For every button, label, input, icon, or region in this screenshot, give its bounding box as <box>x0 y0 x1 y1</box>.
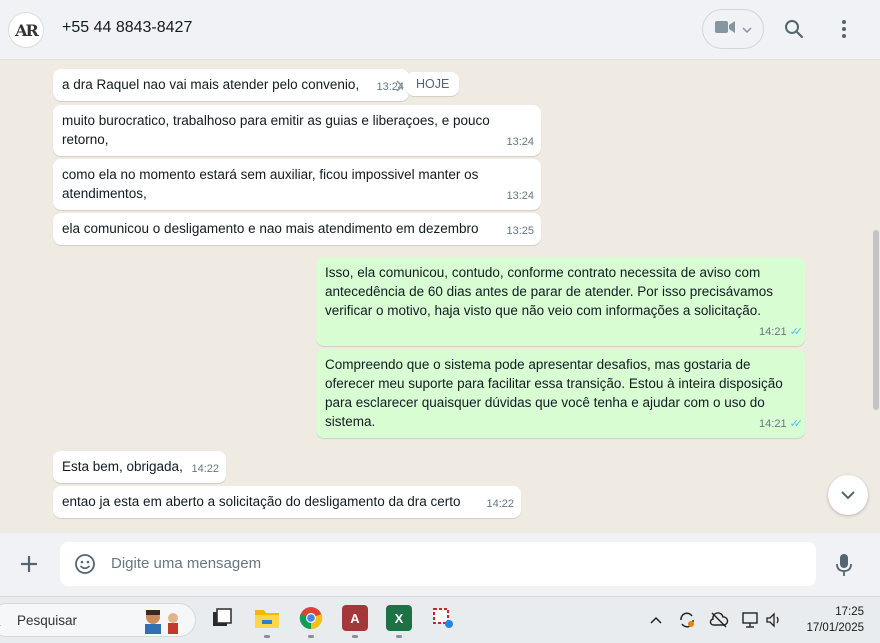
message-text: como ela no momento estará sem auxiliar,… <box>62 167 479 201</box>
chevron-down-icon <box>742 20 752 38</box>
message-time: 13:24 <box>506 136 534 148</box>
date-chip: HOJE <box>406 72 460 96</box>
sync-icon[interactable] <box>677 611 697 629</box>
message-time: 13:24 <box>506 190 534 202</box>
volume-icon[interactable] <box>764 611 784 629</box>
chevron-right-icon <box>396 80 404 95</box>
access-icon[interactable]: A <box>342 605 368 631</box>
message-text: a dra Raquel nao vai mais atender pelo c… <box>62 77 360 92</box>
composer: Digite uma mensagem <box>0 533 880 596</box>
emoji-icon[interactable] <box>74 553 96 580</box>
chat-header[interactable]: AR +55 44 8843-8427 <box>0 0 880 60</box>
message-outgoing[interactable]: Compreendo que o sistema pode apresentar… <box>316 349 805 438</box>
microphone-button[interactable] <box>832 551 856 579</box>
message-time: 14:21 ✓✓ <box>759 326 804 338</box>
message-text: Isso, ela comunicou, contudo, conforme c… <box>325 265 774 318</box>
message-text: ela comunicou o desligamento e nao mais … <box>62 221 479 236</box>
video-call-button[interactable] <box>702 9 764 49</box>
menu-icon[interactable] <box>831 16 857 42</box>
windows-taskbar: Pesquisar A X 17:25 17/01/2025 <box>0 596 880 643</box>
message-incoming[interactable]: a dra Raquel nao vai mais atender pelo c… <box>53 69 409 101</box>
running-indicator <box>352 635 358 638</box>
taskbar-search[interactable]: Pesquisar <box>0 603 196 637</box>
message-text: muito burocratico, trabalhoso para emiti… <box>62 113 490 147</box>
search-highlight-icon <box>141 608 185 639</box>
excel-icon[interactable]: X <box>386 605 412 631</box>
attach-button[interactable] <box>14 549 44 579</box>
contact-name[interactable]: +55 44 8843-8427 <box>62 19 192 37</box>
taskbar-search-label: Pesquisar <box>17 613 78 628</box>
chevron-up-icon[interactable] <box>646 611 666 629</box>
avatar[interactable]: AR <box>8 12 44 48</box>
search-icon <box>0 613 1 632</box>
scrollbar[interactable] <box>873 230 879 410</box>
snipping-tool-icon[interactable] <box>430 605 456 631</box>
clock-date: 17/01/2025 <box>806 622 864 634</box>
running-indicator <box>396 635 402 638</box>
message-time: 14:22 <box>486 498 514 510</box>
cloud-offline-icon[interactable] <box>709 611 729 629</box>
message-outgoing[interactable]: Isso, ela comunicou, contudo, conforme c… <box>316 257 805 346</box>
clock-time: 17:25 <box>835 606 864 618</box>
task-view-icon[interactable] <box>209 605 235 631</box>
video-camera-icon <box>714 19 736 40</box>
message-incoming[interactable]: ela comunicou o desligamento e nao mais … <box>53 213 541 245</box>
system-clock[interactable]: 17:25 17/01/2025 <box>796 604 864 636</box>
chrome-icon[interactable] <box>298 605 324 631</box>
scroll-down-button[interactable] <box>828 475 868 515</box>
message-incoming[interactable]: entao ja esta em aberto a solicitação do… <box>53 486 521 518</box>
plus-icon <box>21 556 37 572</box>
message-text: Compreendo que o sistema pode apresentar… <box>325 357 783 429</box>
message-incoming[interactable]: muito burocratico, trabalhoso para emiti… <box>53 105 541 156</box>
file-explorer-icon[interactable] <box>254 605 280 631</box>
microphone-icon <box>836 554 852 576</box>
running-indicator <box>264 635 270 638</box>
search-icon[interactable] <box>781 16 807 42</box>
network-icon[interactable] <box>741 611 761 629</box>
message-list[interactable]: a dra Raquel nao vai mais atender pelo c… <box>0 60 880 533</box>
message-text: Esta bem, obrigada, <box>62 459 183 474</box>
message-time: 14:22 <box>191 463 219 475</box>
chevron-down-icon <box>841 491 855 500</box>
running-indicator <box>308 635 314 638</box>
message-time: 13:25 <box>506 225 534 237</box>
message-incoming[interactable]: Esta bem, obrigada, 14:22 <box>53 451 226 483</box>
message-incoming[interactable]: como ela no momento estará sem auxiliar,… <box>53 159 541 210</box>
double-check-icon: ✓✓ <box>789 418 804 430</box>
message-text: entao ja esta em aberto a solicitação do… <box>62 494 461 509</box>
message-time: 14:21 ✓✓ <box>759 418 804 430</box>
input-placeholder: Digite uma mensagem <box>111 555 262 572</box>
message-input[interactable]: Digite uma mensagem <box>60 542 816 586</box>
double-check-icon: ✓✓ <box>789 326 804 338</box>
